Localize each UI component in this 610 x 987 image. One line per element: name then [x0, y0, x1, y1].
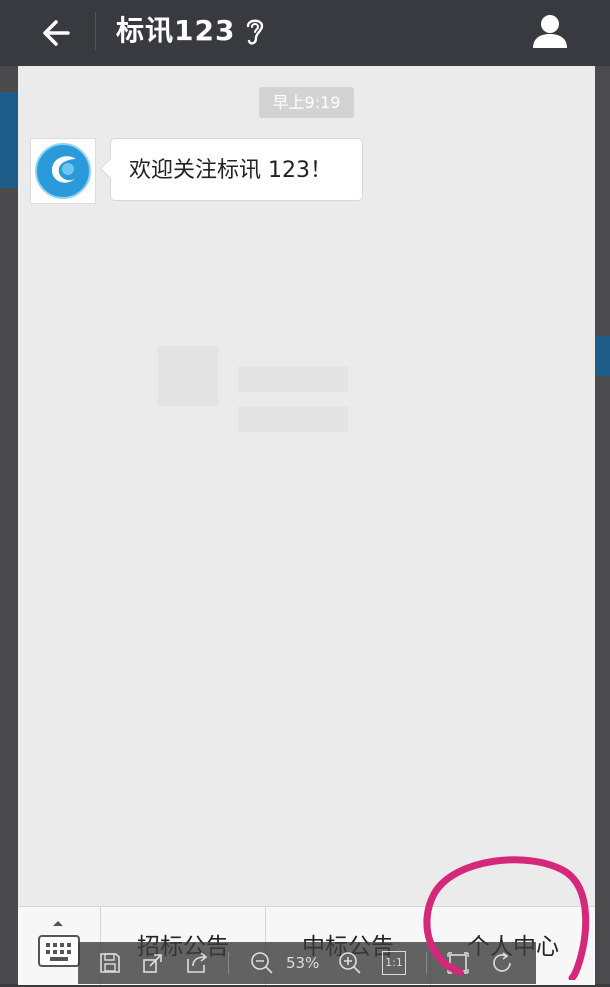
- header-bar: 标讯123: [0, 0, 610, 66]
- open-external-icon[interactable]: [141, 951, 165, 975]
- header-divider: [95, 12, 96, 50]
- zoom-out-icon[interactable]: [250, 951, 274, 975]
- watermark-logo: [158, 346, 348, 432]
- zoom-level: 53%: [286, 954, 320, 972]
- profile-button[interactable]: [528, 10, 572, 54]
- message-timestamp: 早上9:19: [259, 87, 354, 118]
- caret-up-icon: [53, 921, 63, 926]
- toolbar-separator: [228, 952, 229, 974]
- logo-icon: [35, 143, 91, 199]
- actual-size-button[interactable]: 1:1: [382, 951, 406, 975]
- save-icon[interactable]: [98, 951, 122, 975]
- user-icon: [533, 15, 567, 48]
- chat-area[interactable]: 早上9:19 欢迎关注标讯 123！: [18, 66, 595, 906]
- ear-icon[interactable]: [240, 14, 270, 48]
- official-account-avatar[interactable]: [30, 138, 96, 204]
- page-title: 标讯123: [116, 14, 236, 47]
- message-bubble[interactable]: 欢迎关注标讯 123！: [110, 138, 363, 201]
- highlight-circle-annotation: [423, 856, 590, 980]
- back-button[interactable]: [36, 12, 78, 54]
- background-window-right: [594, 0, 610, 984]
- background-window-left: [0, 0, 18, 984]
- back-arrow-icon: [43, 20, 70, 46]
- keyboard-icon: [38, 935, 80, 967]
- zoom-in-icon[interactable]: [338, 951, 362, 975]
- share-icon[interactable]: [185, 951, 209, 975]
